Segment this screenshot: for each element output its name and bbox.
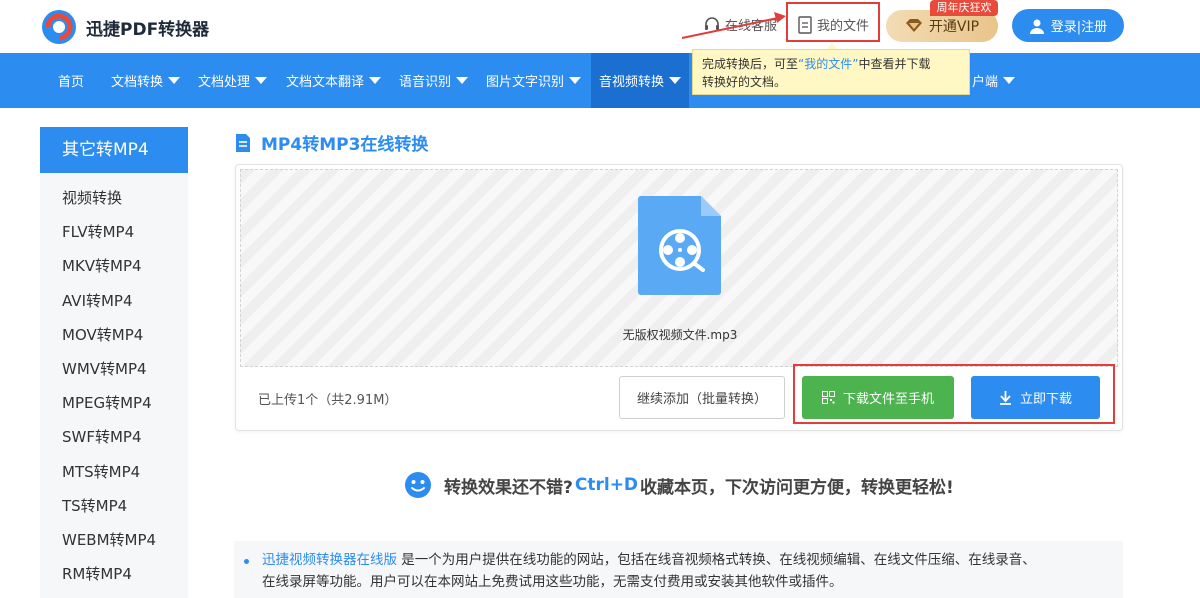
video-file-icon — [638, 196, 721, 295]
sidebar-item-flv[interactable]: FLV转MP4 — [40, 215, 188, 249]
description-link[interactable]: 迅捷视频转换器在线版 — [262, 552, 397, 568]
sidebar-item-mts[interactable]: MTS转MP4 — [40, 455, 188, 489]
description-line2: 在线录屏等功能。用户可以在本网站上免费试用这些功能，无需支付费用或安装其他软件或… — [262, 574, 843, 590]
sidebar-title: 其它转MP4 — [40, 127, 188, 173]
smiley-icon — [405, 472, 431, 498]
upload-status: 已上传1个（共2.91M） — [258, 393, 398, 408]
logo[interactable]: 迅捷PDF转换器 — [40, 8, 209, 46]
caret-down-icon — [255, 77, 268, 84]
promo-shortcut: Ctrl+D — [574, 475, 639, 495]
nav-speech-recognition[interactable]: 语音识别 — [391, 53, 476, 108]
promo-text: 收藏本页，下次访问更方便，转换更轻松! — [640, 477, 954, 498]
nav-label: 音视频转换 — [599, 75, 665, 90]
nav-document-convert[interactable]: 文档转换 — [103, 53, 188, 108]
sidebar-item-avi[interactable]: AVI转MP4 — [40, 284, 188, 318]
bullet-dot — [244, 559, 249, 564]
page-title: MP4转MP3在线转换 — [234, 130, 428, 155]
download-icon — [999, 390, 1011, 405]
caret-down-icon — [369, 77, 382, 84]
sidebar-item-ts[interactable]: TS转MP4 — [40, 489, 188, 523]
tooltip-line2: 转换好的文档。 — [702, 75, 787, 89]
nav-label: 文档处理 — [198, 75, 251, 90]
tooltip-my-files-link[interactable]: “我的文件” — [798, 57, 858, 71]
diamond-icon — [905, 19, 922, 32]
top-header: 迅捷PDF转换器 在线客服 我的文件 开通VIP 周年庆狂欢 登录|注册 — [0, 0, 1200, 53]
conversion-panel: 无版权视频文件.mp3 已上传1个（共2.91M） 继续添加（批量转换） 下载文… — [235, 164, 1123, 431]
download-to-phone-label: 下载文件至手机 — [842, 392, 934, 407]
description-line1: 迅捷视频转换器在线版 是一个为用户提供在线功能的网站，包括在线音视频格式转换、在… — [262, 549, 1107, 571]
my-files-link[interactable]: 我的文件 — [797, 15, 869, 34]
caret-down-icon — [669, 77, 682, 84]
description-text: 是一个为用户提供在线功能的网站，包括在线音视频格式转换、在线视频编辑、在线文件压… — [397, 552, 1036, 568]
red-arrow-annotation — [681, 12, 786, 39]
logo-icon — [42, 10, 76, 44]
sidebar-item-webm[interactable]: WEBM转MP4 — [40, 523, 188, 557]
nav-label: 文档文本翻译 — [286, 75, 365, 90]
nav-label: 户端 — [972, 75, 999, 90]
document-title-icon — [236, 133, 250, 152]
caret-down-icon — [569, 77, 582, 84]
my-files-label: 我的文件 — [817, 19, 870, 34]
promo-text: 转换效果还不错? — [444, 477, 573, 498]
page-title-text: MP4转MP3在线转换 — [261, 135, 429, 155]
sidebar-item-mov[interactable]: MOV转MP4 — [40, 318, 188, 352]
site-description: 迅捷视频转换器在线版 是一个为用户提供在线功能的网站，包括在线音视频格式转换、在… — [234, 541, 1123, 598]
caret-down-icon — [1003, 77, 1016, 84]
qrcode-icon — [821, 391, 835, 404]
caret-down-icon — [456, 77, 469, 84]
login-register-button[interactable]: 登录|注册 — [1012, 9, 1124, 42]
download-now-button[interactable]: 立即下载 — [971, 376, 1100, 419]
sidebar-item-video-convert[interactable]: 视频转换 — [40, 181, 188, 215]
nav-image-ocr[interactable]: 图片文字识别 — [478, 53, 589, 108]
my-files-tooltip: 完成转换后，可至“我的文件”中查看并下载 转换好的文档。 — [692, 49, 970, 95]
nav-document-process[interactable]: 文档处理 — [190, 53, 275, 108]
sidebar-item-wmv[interactable]: WMV转MP4 — [40, 352, 188, 386]
tooltip-text: 中查看并下载 — [858, 57, 931, 71]
nav-label: 首页 — [58, 75, 85, 90]
sidebar-item-mpeg[interactable]: MPEG转MP4 — [40, 386, 188, 420]
sidebar-list: 视频转换 FLV转MP4 MKV转MP4 AVI转MP4 MOV转MP4 WMV… — [40, 173, 188, 591]
add-more-files-button[interactable]: 继续添加（批量转换） — [619, 376, 785, 419]
file-name: 无版权视频文件.mp3 — [622, 328, 738, 342]
nav-av-convert[interactable]: 音视频转换 — [591, 53, 690, 108]
user-icon — [1029, 19, 1044, 34]
logo-text: 迅捷PDF转换器 — [86, 19, 210, 40]
nav-home[interactable]: 首页 — [50, 53, 92, 108]
sidebar: 其它转MP4 视频转换 FLV转MP4 MKV转MP4 AVI转MP4 MOV转… — [40, 127, 188, 598]
nav-label: 图片文字识别 — [486, 75, 565, 90]
tooltip-line1: 完成转换后，可至“我的文件”中查看并下载 — [702, 55, 960, 73]
sidebar-item-mkv[interactable]: MKV转MP4 — [40, 249, 188, 283]
sidebar-item-swf[interactable]: SWF转MP4 — [40, 420, 188, 454]
download-now-label: 立即下载 — [1019, 392, 1072, 407]
login-label: 登录|注册 — [1050, 20, 1108, 35]
nav-label: 文档转换 — [111, 75, 164, 90]
bookmark-promo: 转换效果还不错? Ctrl+D 收藏本页，下次访问更方便，转换更轻松! — [404, 471, 954, 499]
nav-translate[interactable]: 文档文本翻译 — [278, 53, 389, 108]
nav-client[interactable]: 户端 — [964, 53, 1023, 108]
download-to-phone-button[interactable]: 下载文件至手机 — [802, 376, 954, 419]
main-nav: 首页 文档转换 文档处理 文档文本翻译 语音识别 图片文字识别 音视频转换 户端 — [0, 53, 1200, 108]
anniversary-badge: 周年庆狂欢 — [930, 0, 998, 16]
nav-label: 语音识别 — [399, 75, 452, 90]
file-dropzone[interactable]: 无版权视频文件.mp3 — [240, 169, 1118, 367]
vip-label: 开通VIP — [928, 19, 980, 35]
tooltip-text: 完成转换后，可至 — [702, 57, 799, 71]
document-icon — [798, 15, 812, 34]
caret-down-icon — [168, 77, 181, 84]
sidebar-item-rm[interactable]: RM转MP4 — [40, 557, 188, 591]
